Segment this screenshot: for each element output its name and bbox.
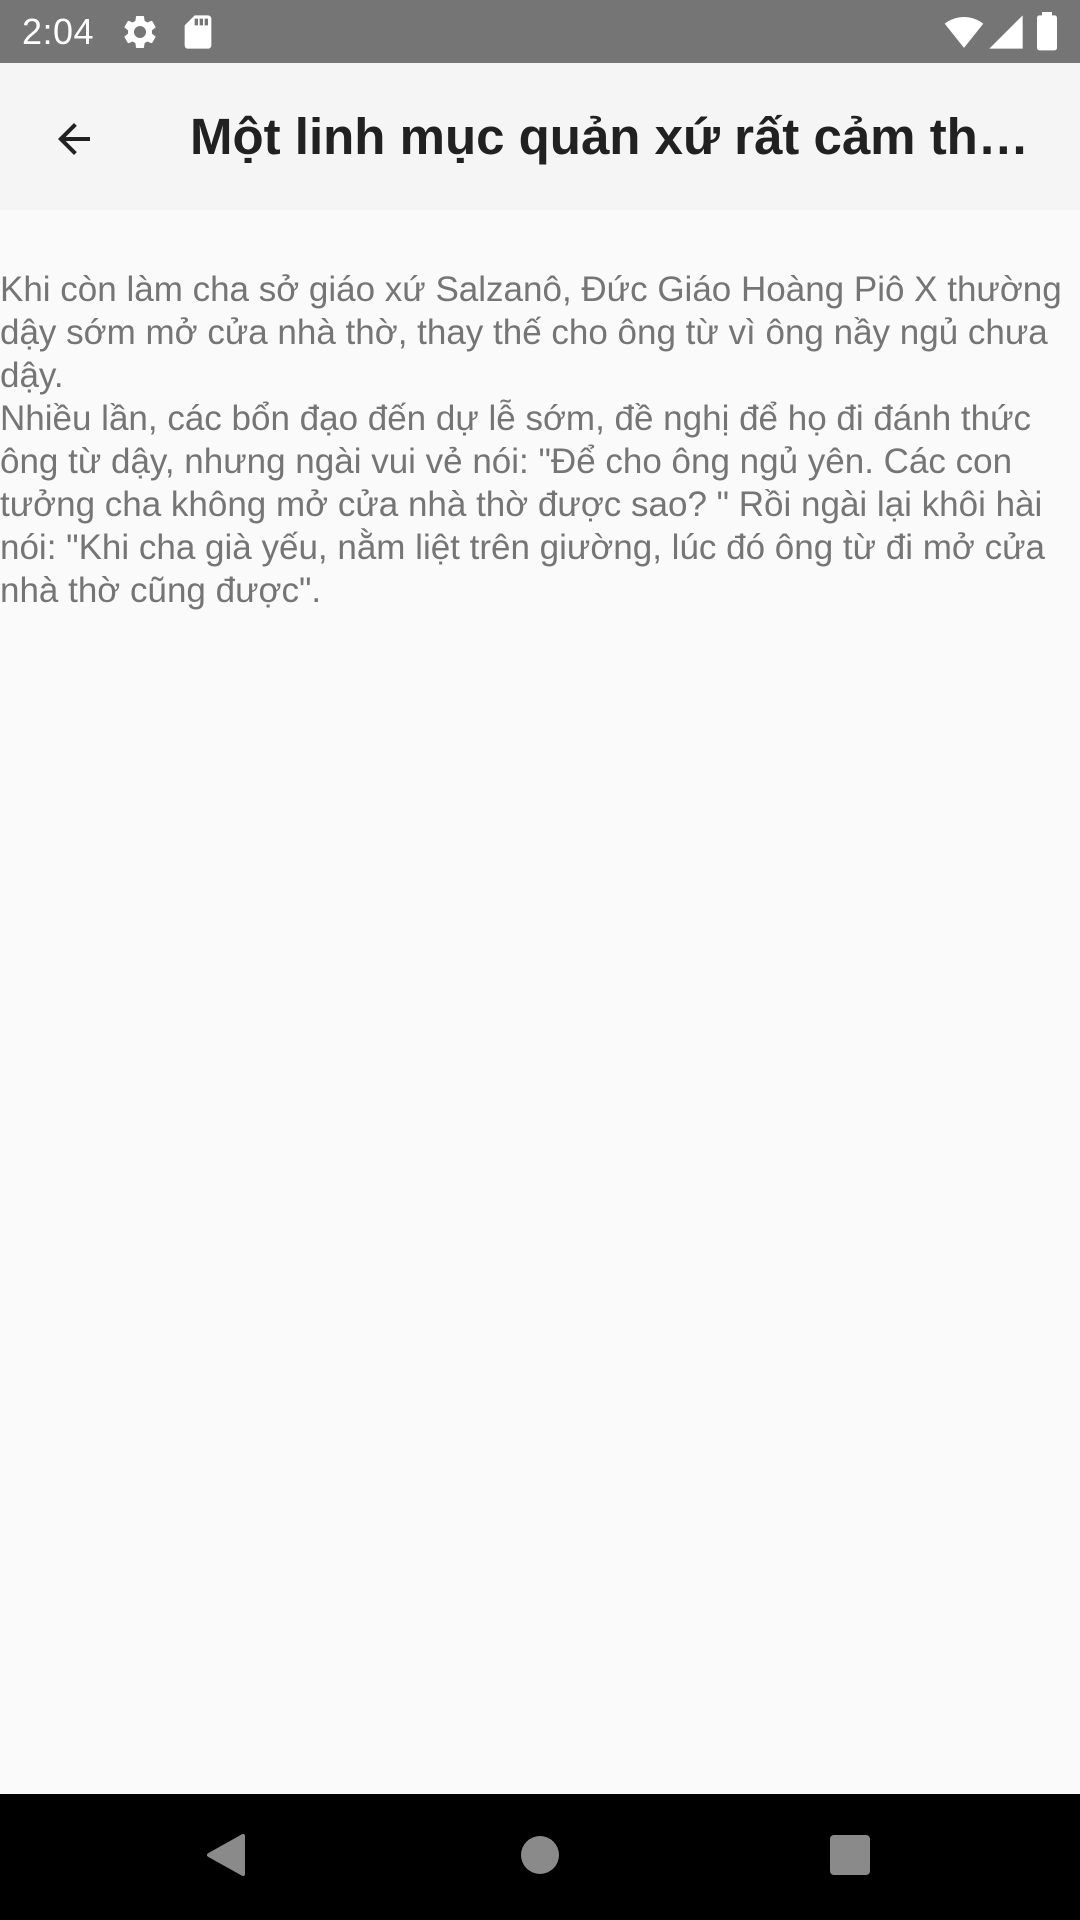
article-paragraph: Khi còn làm cha sở giáo xứ Salzanô, Đức …	[0, 270, 1062, 395]
system-nav-bar	[0, 1794, 1080, 1920]
nav-recents-button[interactable]	[815, 1822, 885, 1892]
battery-icon	[1032, 12, 1072, 52]
status-time: 2:04	[22, 11, 95, 52]
status-bar: 2:04	[0, 0, 1080, 63]
sd-card-icon	[178, 12, 218, 52]
article-paragraph: Nhiều lần, các bổn đạo đến dự lễ sớm, đề…	[0, 399, 1045, 610]
arrow-back-icon	[50, 115, 98, 168]
article-body: Khi còn làm cha sở giáo xứ Salzanô, Đức …	[0, 268, 1080, 612]
wifi-icon	[943, 12, 984, 52]
home-circle-icon	[519, 1834, 561, 1881]
nav-home-button[interactable]	[505, 1822, 575, 1892]
nav-back-button[interactable]	[190, 1822, 260, 1892]
signal-icon	[986, 12, 1026, 52]
gear-icon	[120, 12, 160, 52]
page-title: Một linh mục quản xứ rất cảm thông với n…	[190, 108, 1056, 165]
back-triangle-icon	[203, 1832, 247, 1883]
app-bar: Một linh mục quản xứ rất cảm thông với n…	[0, 63, 1080, 210]
recents-square-icon	[830, 1834, 870, 1880]
back-button[interactable]	[34, 101, 114, 181]
